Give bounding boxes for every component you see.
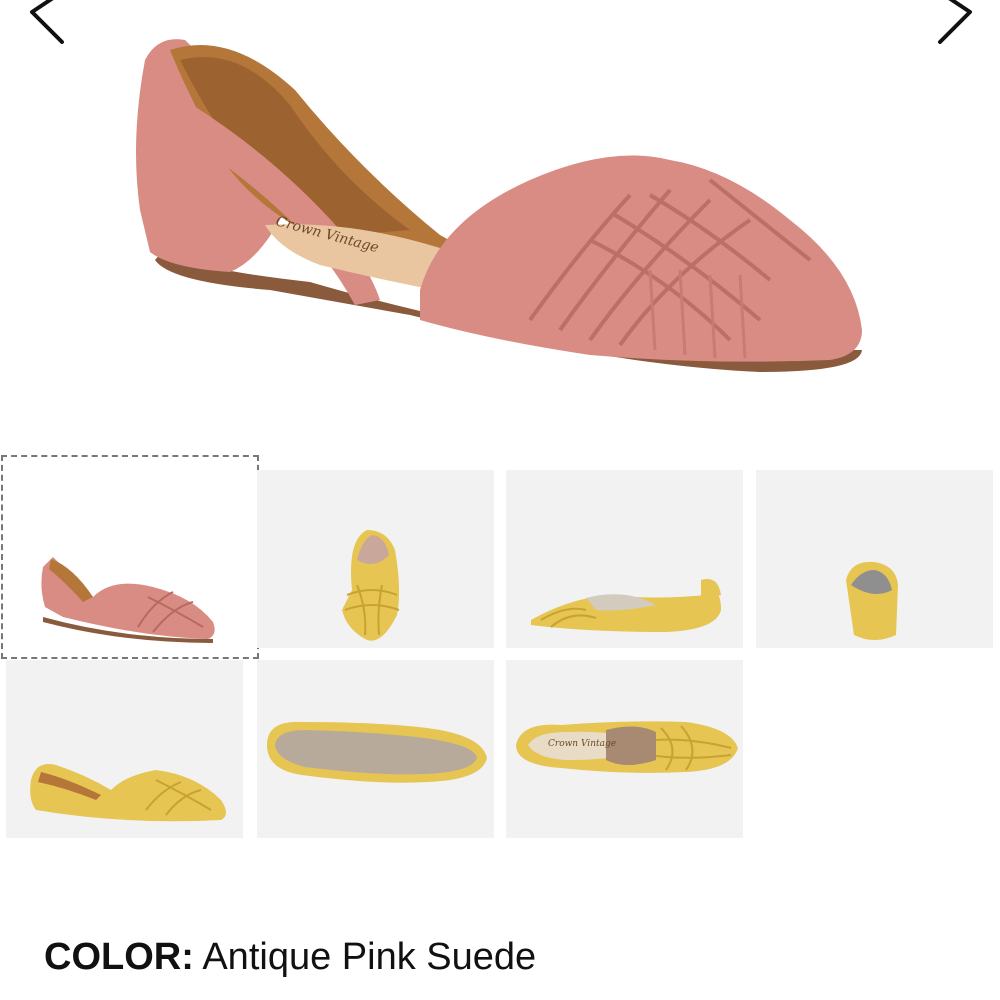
next-image-button[interactable] — [930, 0, 990, 50]
shoe-thumbnail-image — [30, 764, 226, 822]
product-gallery-page: Crown Vintage Crown Vintage COLOR: Antiq… — [0, 0, 1000, 1000]
chevron-right-icon — [938, 0, 972, 44]
main-product-image: Crown Vintage — [110, 20, 890, 400]
shoe-thumbnail-image — [342, 530, 400, 641]
shoe-illustration: Crown Vintage — [136, 39, 862, 372]
color-value: Antique Pink Suede — [193, 936, 537, 978]
thumbnail-yellow-back[interactable] — [756, 470, 993, 648]
shoe-thumbnail-image — [267, 721, 487, 783]
thumbnail-yellow-sole[interactable] — [257, 660, 494, 838]
thumbnail-yellow-side[interactable] — [6, 660, 243, 838]
thumbnail-yellow-top-angle[interactable]: Crown Vintage — [506, 660, 743, 838]
previous-image-button[interactable] — [10, 0, 70, 50]
thumbnail-yellow-top[interactable] — [257, 470, 494, 648]
thumbnail-pink-side[interactable] — [1, 455, 259, 659]
thumbnail-grid: Crown Vintage — [0, 455, 1000, 845]
shoe-thumbnail-image: Crown Vintage — [516, 721, 738, 773]
shoe-thumbnail-image — [41, 557, 215, 643]
product-color-info: COLOR: Antique Pink Suede — [44, 936, 536, 979]
shoe-thumbnail-image — [531, 579, 721, 632]
thumbnail-yellow-inner[interactable] — [506, 470, 743, 648]
svg-text:Crown Vintage: Crown Vintage — [548, 739, 616, 749]
chevron-left-icon — [30, 0, 64, 44]
color-label: COLOR: — [44, 936, 194, 978]
shoe-thumbnail-image — [846, 561, 898, 640]
